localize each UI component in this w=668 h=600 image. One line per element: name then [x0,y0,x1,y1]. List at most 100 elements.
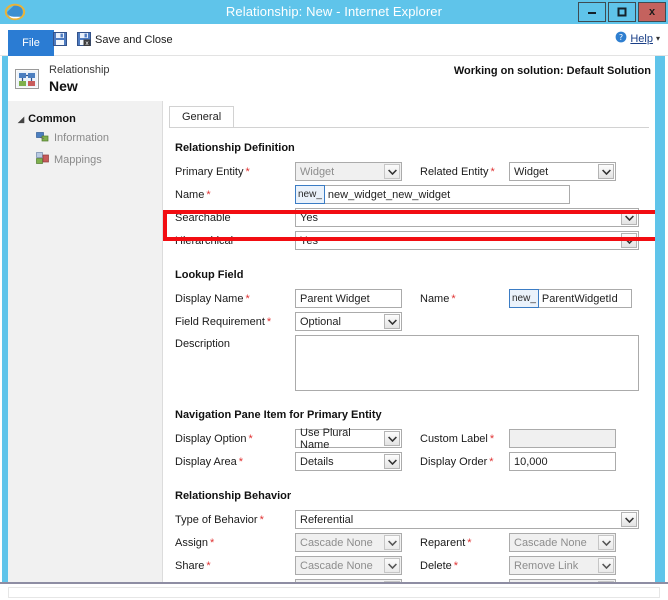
help-button[interactable]: ? Help ▾ [615,31,660,46]
mappings-icon [36,152,49,168]
command-group: x Save and Close [48,27,178,53]
save-and-close-icon: x [77,32,91,49]
save-and-close-button[interactable]: x Save and Close [72,28,178,52]
row-share-delete: Share* Cascade None Delete* Remove Link [173,555,647,576]
internet-explorer-icon [4,1,26,23]
field-requirement-value: Optional [300,316,341,328]
relationship-name-prefix: new_ [295,185,325,204]
display-name-input[interactable]: Parent Widget [295,289,402,308]
required-marker: * [467,537,471,549]
delete-select[interactable]: Remove Link [509,556,616,575]
required-marker: * [239,456,243,468]
sidebar-item-label: Information [54,132,109,144]
chevron-down-icon [384,431,400,446]
row-display-area: Display Area* Details Display Order* 10,… [173,451,647,472]
row-relationship-name: Name* new_ new_widget_new_widget [173,184,647,205]
required-marker: * [260,514,264,526]
svg-text:?: ? [619,33,623,42]
tab-general[interactable]: General [169,106,234,127]
primary-entity-select[interactable]: Widget [295,162,402,181]
form-body: Relationship Definition Primary Entity* … [163,128,655,582]
searchable-select[interactable]: Yes [295,208,639,227]
sidebar-group-label: Common [28,113,76,125]
chevron-down-icon [621,512,637,527]
chevron-down-icon [384,535,400,550]
assign-select[interactable]: Cascade None [295,533,402,552]
entity-header: Relationship New Working on solution: De… [8,57,655,101]
display-option-select[interactable]: Use Plural Name [295,429,402,448]
relationship-name-field[interactable]: new_ new_widget_new_widget [295,185,570,204]
searchable-label: Searchable [173,212,295,224]
required-marker: * [249,433,253,445]
left-accent-rail [2,56,8,582]
row-hierarchical: Hierarchical Yes [173,230,647,251]
sidebar-item-information[interactable]: Information [8,127,162,149]
relationship-name-input[interactable]: new_widget_new_widget [325,185,570,204]
sidebar-item-label: Mappings [54,154,102,166]
display-name-label: Display Name* [173,293,295,305]
form-pane: General Relationship Definition Primary … [163,101,655,582]
field-requirement-select[interactable]: Optional [295,312,402,331]
chevron-down-icon: ▾ [656,34,660,43]
required-marker: * [489,456,493,468]
tab-strip: General [169,106,655,128]
type-of-behavior-select[interactable]: Referential [295,510,639,529]
chevron-down-icon [621,210,637,225]
related-entity-label: Related Entity* [402,166,509,178]
required-marker: * [245,293,249,305]
entity-name-label: New [49,78,110,94]
save-button[interactable] [48,28,72,52]
required-marker: * [490,166,494,178]
section-title-relationship-behavior: Relationship Behavior [175,490,647,502]
required-marker: * [210,537,214,549]
required-marker: * [206,189,210,201]
delete-label: Delete* [402,560,509,572]
chevron-down-icon [621,233,637,248]
minimize-button[interactable] [578,2,606,22]
related-entity-select[interactable]: Widget [509,162,616,181]
triangle-collapse-icon: ◢ [18,115,24,124]
display-area-select[interactable]: Details [295,452,402,471]
display-order-input[interactable]: 10,000 [509,452,616,471]
chevron-down-icon [598,558,614,573]
lookup-name-field[interactable]: new_ ParentWidgetId [509,289,632,308]
sidebar-item-mappings[interactable]: Mappings [8,149,162,171]
svg-text:x: x [85,40,89,46]
status-bar [0,582,668,600]
row-description: Description [173,335,647,391]
required-marker: * [267,316,271,328]
window-title: Relationship: New - Internet Explorer [0,0,668,24]
information-icon [36,130,49,146]
primary-entity-label: Primary Entity* [173,166,295,178]
save-and-close-label: Save and Close [95,34,173,46]
save-icon [53,32,67,49]
description-label: Description [173,335,295,350]
share-value: Cascade None [300,560,373,572]
required-marker: * [206,560,210,572]
sidebar-group-common[interactable]: ◢ Common [8,111,162,127]
display-area-label: Display Area* [173,456,295,468]
required-marker: * [490,433,494,445]
window-controls: x [576,2,666,22]
chevron-down-icon [384,454,400,469]
chevron-down-icon [384,314,400,329]
field-requirement-label: Field Requirement* [173,316,295,328]
type-of-behavior-label: Type of Behavior* [173,514,295,526]
section-title-navigation-pane: Navigation Pane Item for Primary Entity [175,409,647,421]
type-of-behavior-value: Referential [300,514,353,526]
primary-entity-value: Widget [300,166,334,178]
relationship-icon [13,65,41,93]
close-button[interactable]: x [638,2,666,22]
reparent-select[interactable]: Cascade None [509,533,616,552]
section-title-relationship-definition: Relationship Definition [175,142,647,154]
hierarchical-select[interactable]: Yes [295,231,639,250]
maximize-button[interactable] [608,2,636,22]
assign-value: Cascade None [300,537,373,549]
custom-label-input[interactable] [509,429,616,448]
content-area: ◢ Common Information [8,101,655,582]
share-select[interactable]: Cascade None [295,556,402,575]
lookup-name-input[interactable]: ParentWidgetId [539,289,632,308]
row-type-of-behavior: Type of Behavior* Referential [173,509,647,530]
chevron-down-icon [598,535,614,550]
description-textarea[interactable] [295,335,639,391]
